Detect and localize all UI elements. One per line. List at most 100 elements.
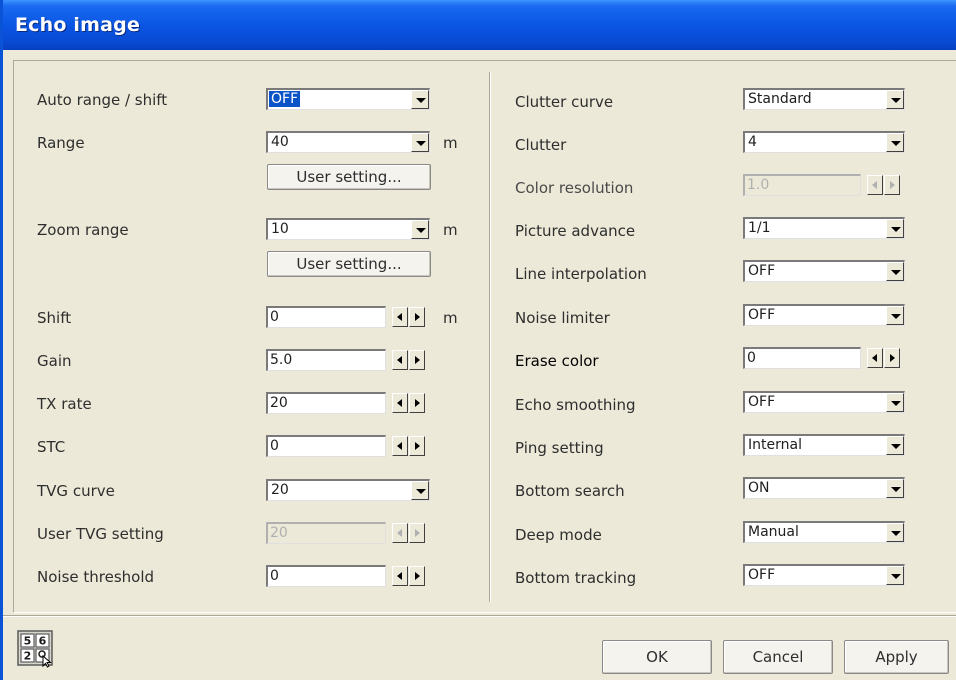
echo-smoothing-value: OFF	[748, 394, 776, 410]
color-resolution-field: 1.0	[743, 174, 861, 196]
tvg-curve-value: 20	[271, 482, 289, 498]
tvg-curve-label: TVG curve	[37, 482, 115, 500]
line-interpolation-label: Line interpolation	[515, 265, 647, 283]
user-tvg-spinner: 20	[266, 522, 430, 544]
color-resolution-value: 1.0	[747, 177, 770, 193]
line-interpolation-value: OFF	[748, 263, 776, 279]
decrease-arrow-icon[interactable]	[392, 393, 408, 413]
bottom-tracking-dropdown[interactable]: OFF	[743, 564, 905, 586]
chevron-down-icon[interactable]	[886, 393, 904, 412]
erase-color-label: Erase color	[515, 352, 599, 370]
user-tvg-field: 20	[266, 522, 386, 544]
chevron-down-icon[interactable]	[411, 133, 429, 152]
zoom-range-user-setting-button[interactable]: User setting...	[267, 251, 431, 277]
shift-unit: m	[443, 309, 458, 327]
gain-field[interactable]: 5.0	[266, 349, 386, 371]
decrease-arrow-icon[interactable]	[392, 350, 408, 370]
increase-arrow-icon[interactable]	[409, 350, 425, 370]
bottom-tracking-label: Bottom tracking	[515, 569, 637, 587]
column-divider	[489, 72, 491, 602]
decrease-arrow-icon[interactable]	[392, 436, 408, 456]
bottom-tracking-value: OFF	[748, 567, 776, 583]
shift-value: 0	[270, 309, 279, 325]
erase-color-spinner[interactable]: 0	[743, 347, 905, 369]
bottom-search-dropdown[interactable]: ON	[743, 477, 905, 499]
deep-mode-dropdown[interactable]: Manual	[743, 521, 905, 543]
numeric-keypad-icon[interactable]: 5 6 2	[17, 630, 55, 668]
chevron-down-icon[interactable]	[411, 90, 429, 109]
ping-setting-dropdown[interactable]: Internal	[743, 434, 905, 456]
clutter-dropdown[interactable]: 4	[743, 131, 905, 153]
deep-mode-value: Manual	[748, 524, 799, 540]
increase-arrow-icon[interactable]	[409, 566, 425, 586]
keypad-digit-2: 2	[24, 650, 32, 663]
chevron-down-icon[interactable]	[886, 479, 904, 498]
gain-spinner[interactable]: 5.0	[266, 349, 430, 371]
increase-arrow-icon[interactable]	[884, 348, 900, 368]
chevron-down-icon[interactable]	[886, 90, 904, 109]
picture-advance-label: Picture advance	[515, 222, 636, 240]
color-resolution-spinner: 1.0	[743, 174, 905, 196]
chevron-down-icon[interactable]	[886, 219, 904, 238]
increase-arrow-icon[interactable]	[409, 436, 425, 456]
decrease-arrow-icon[interactable]	[392, 566, 408, 586]
zoom-range-label: Zoom range	[37, 221, 129, 239]
noise-threshold-spinner[interactable]: 0	[266, 565, 430, 587]
clutter-label: Clutter	[515, 136, 567, 154]
range-dropdown[interactable]: 40	[266, 131, 430, 153]
bottom-search-label: Bottom search	[515, 482, 625, 500]
stc-spinner[interactable]: 0	[266, 435, 430, 457]
chevron-down-icon[interactable]	[886, 436, 904, 455]
window-title: Echo image	[15, 14, 141, 36]
deep-mode-label: Deep mode	[515, 526, 602, 544]
range-user-setting-button[interactable]: User setting...	[267, 164, 431, 190]
noise-limiter-dropdown[interactable]: OFF	[743, 304, 905, 326]
clutter-curve-value: Standard	[748, 91, 812, 107]
ok-button[interactable]: OK	[602, 640, 712, 674]
auto-range-shift-label: Auto range / shift	[37, 91, 168, 109]
keypad-digit-6: 6	[39, 635, 47, 648]
noise-threshold-field[interactable]: 0	[266, 565, 386, 587]
chevron-down-icon[interactable]	[411, 481, 429, 500]
bottom-search-value: ON	[748, 480, 770, 496]
shift-spinner[interactable]: 0	[266, 306, 430, 328]
decrease-arrow-icon[interactable]	[392, 307, 408, 327]
chevron-down-icon[interactable]	[886, 523, 904, 542]
apply-button[interactable]: Apply	[844, 640, 949, 674]
echo-smoothing-label: Echo smoothing	[515, 396, 636, 414]
increase-arrow-icon	[884, 175, 900, 195]
decrease-arrow-icon[interactable]	[867, 348, 883, 368]
stc-field[interactable]: 0	[266, 435, 386, 457]
zoom-range-dropdown[interactable]: 10	[266, 218, 430, 240]
dialog-window: Echo image Auto range / shift OFF Range …	[0, 0, 956, 680]
chevron-down-icon[interactable]	[886, 566, 904, 585]
chevron-down-icon[interactable]	[886, 306, 904, 325]
chevron-down-icon[interactable]	[886, 262, 904, 281]
zoom-range-unit: m	[443, 221, 458, 239]
range-unit: m	[443, 134, 458, 152]
increase-arrow-icon[interactable]	[409, 393, 425, 413]
decrease-arrow-icon	[392, 523, 408, 543]
shift-label: Shift	[37, 309, 72, 327]
cancel-button[interactable]: Cancel	[723, 640, 833, 674]
shift-field[interactable]: 0	[266, 306, 386, 328]
title-bar[interactable]: Echo image	[3, 0, 956, 50]
erase-color-field[interactable]: 0	[743, 347, 861, 369]
zoom-range-value: 10	[271, 221, 289, 237]
gain-value: 5.0	[270, 352, 293, 368]
chevron-down-icon[interactable]	[411, 220, 429, 239]
color-resolution-label: Color resolution	[515, 179, 634, 197]
increase-arrow-icon[interactable]	[409, 307, 425, 327]
auto-range-shift-value: OFF	[269, 91, 301, 107]
echo-smoothing-dropdown[interactable]: OFF	[743, 391, 905, 413]
tvg-curve-dropdown[interactable]: 20	[266, 479, 430, 501]
tx-rate-spinner[interactable]: 20	[266, 392, 430, 414]
range-label: Range	[37, 134, 85, 152]
line-interpolation-dropdown[interactable]: OFF	[743, 260, 905, 282]
chevron-down-icon[interactable]	[886, 133, 904, 152]
keypad-digit-5: 5	[24, 635, 32, 648]
picture-advance-dropdown[interactable]: 1/1	[743, 217, 905, 239]
clutter-curve-dropdown[interactable]: Standard	[743, 88, 905, 110]
tx-rate-field[interactable]: 20	[266, 392, 386, 414]
auto-range-shift-dropdown[interactable]: OFF	[266, 88, 430, 110]
